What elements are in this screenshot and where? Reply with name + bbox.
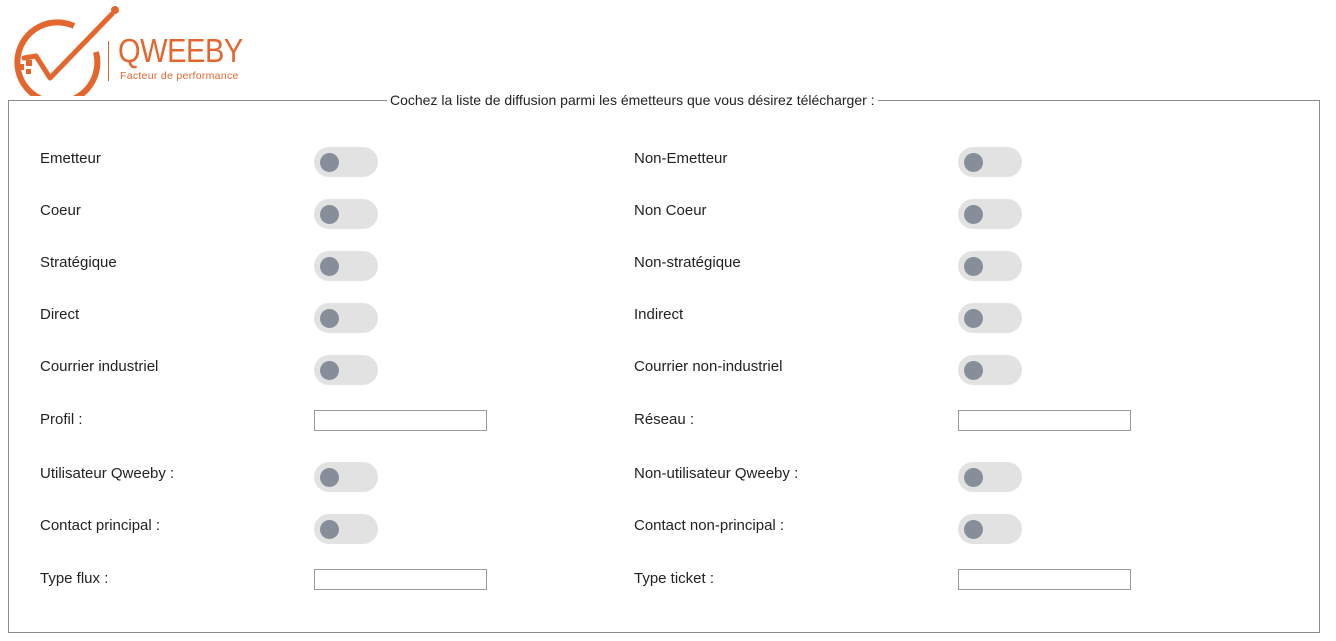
emetteur-toggle[interactable] [314, 147, 378, 177]
type-flux-input[interactable] [314, 569, 487, 590]
direct-label: Direct [40, 306, 80, 323]
toggle-knob [320, 309, 339, 328]
non-coeur-label: Non Coeur [634, 202, 707, 219]
distribution-list-fieldset: Cochez la liste de diffusion parmi les é… [8, 91, 1320, 633]
strategique-label: Stratégique [40, 254, 117, 271]
profil-input[interactable] [314, 410, 487, 431]
non-utilisateur-qweeby-toggle[interactable] [958, 462, 1022, 492]
logo-separator [108, 41, 109, 81]
toggle-knob [964, 257, 983, 276]
toggle-knob [320, 468, 339, 487]
logo-tagline: Facteur de performance [120, 70, 239, 82]
contact-non-principal-toggle[interactable] [958, 514, 1022, 544]
coeur-label: Coeur [40, 202, 81, 219]
courrier-non-industriel-label: Courrier non-industriel [634, 358, 783, 375]
emetteur-label: Emetteur [40, 150, 101, 167]
strategique-toggle[interactable] [314, 251, 378, 281]
logo-brand-text: QWEEBY [118, 32, 243, 69]
type-flux-label: Type flux : [40, 570, 109, 587]
non-emetteur-toggle[interactable] [958, 147, 1022, 177]
non-strategique-label: Non-stratégique [634, 254, 741, 271]
reseau-label: Réseau : [634, 411, 695, 428]
indirect-label: Indirect [634, 306, 684, 323]
non-utilisateur-qweeby-label: Non-utilisateur Qweeby : [634, 465, 799, 482]
toggle-knob [320, 520, 339, 539]
indirect-toggle[interactable] [958, 303, 1022, 333]
toggle-knob [320, 361, 339, 380]
toggle-knob [320, 205, 339, 224]
contact-non-principal-label: Contact non-principal : [634, 517, 785, 534]
direct-toggle[interactable] [314, 303, 378, 333]
profil-label: Profil : [40, 411, 83, 428]
toggle-knob [964, 361, 983, 380]
contact-principal-label: Contact principal : [40, 517, 161, 534]
type-ticket-input[interactable] [958, 569, 1131, 590]
non-strategique-toggle[interactable] [958, 251, 1022, 281]
non-coeur-toggle[interactable] [958, 199, 1022, 229]
toggle-knob [320, 153, 339, 172]
reseau-input[interactable] [958, 410, 1131, 431]
toggle-knob [964, 520, 983, 539]
type-ticket-label: Type ticket : [634, 570, 715, 587]
utilisateur-qweeby-label: Utilisateur Qweeby : [40, 465, 175, 482]
toggle-knob [964, 153, 983, 172]
toggle-knob [964, 205, 983, 224]
qweeby-logo: QWEEBY Facteur de performance [4, 4, 264, 96]
qweeby-checkmark-logo-icon [14, 6, 119, 96]
toggle-knob [320, 257, 339, 276]
courrier-non-industriel-toggle[interactable] [958, 355, 1022, 385]
utilisateur-qweeby-toggle[interactable] [314, 462, 378, 492]
fieldset-legend: Cochez la liste de diffusion parmi les é… [387, 91, 878, 109]
contact-principal-toggle[interactable] [314, 514, 378, 544]
courrier-industriel-label: Courrier industriel [40, 358, 159, 375]
courrier-industriel-toggle[interactable] [314, 355, 378, 385]
toggle-knob [964, 468, 983, 487]
toggle-knob [964, 309, 983, 328]
coeur-toggle[interactable] [314, 199, 378, 229]
non-emetteur-label: Non-Emetteur [634, 150, 728, 167]
